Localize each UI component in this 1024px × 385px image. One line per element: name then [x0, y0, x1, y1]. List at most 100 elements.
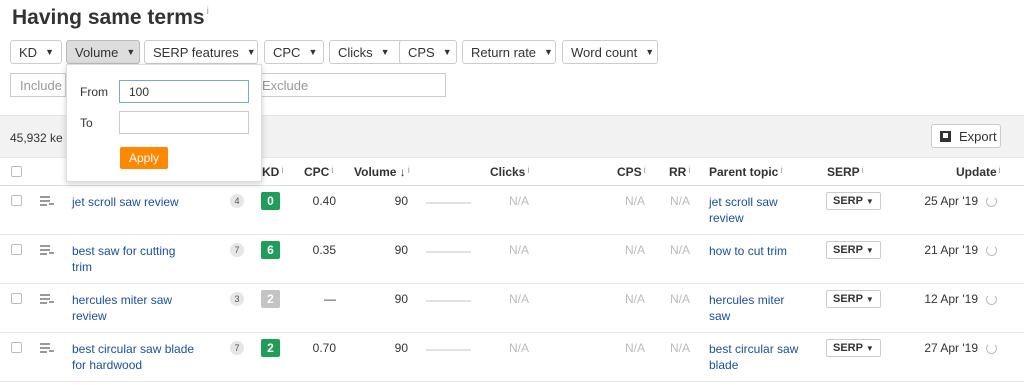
exclude-input[interactable]: Exclude [252, 73, 446, 97]
serp-label: SERP [833, 195, 863, 207]
keyword-link[interactable]: best saw for cutting trim [72, 243, 192, 275]
kd-badge: 0 [261, 192, 280, 210]
caret-down-icon: ▼ [645, 47, 655, 57]
info-icon: i [998, 165, 1001, 175]
row-checkbox[interactable] [11, 195, 22, 206]
row-checkbox[interactable] [11, 244, 22, 255]
volume-filter-popup: From 100 To Apply [66, 64, 262, 182]
caret-down-icon: ▼ [865, 295, 874, 304]
filter-return-rate[interactable]: Return rate ▼ [462, 40, 556, 64]
update-date: 27 Apr '19 [924, 341, 978, 355]
apply-button[interactable]: Apply [120, 147, 168, 169]
col-serp[interactable]: SERP i [827, 165, 864, 179]
cps-value: N/A [625, 194, 646, 208]
caret-down-icon: ▼ [380, 47, 390, 57]
col-kd[interactable]: KD i [262, 165, 283, 179]
filter-label: Volume [75, 44, 119, 60]
caret-down-icon: ▼ [442, 47, 452, 57]
export-label: Export [959, 128, 997, 144]
cps-value: N/A [625, 243, 646, 257]
filter-cps[interactable]: CPS ▼ [399, 40, 457, 64]
caret-down-icon: ▼ [126, 47, 136, 57]
kd-badge: 2 [261, 339, 280, 357]
update-date: 12 Apr '19 [924, 292, 978, 306]
parent-topic-link[interactable]: how to cut trim [709, 243, 809, 259]
filter-label: CPS [408, 44, 435, 60]
info-icon: i [643, 165, 646, 175]
filter-label: Word count [571, 44, 638, 60]
caret-down-icon: ▼ [865, 344, 874, 353]
filter-word-count[interactable]: Word count ▼ [562, 40, 658, 64]
refresh-icon[interactable] [986, 196, 997, 207]
cps-value: N/A [625, 341, 646, 355]
filter-clicks[interactable]: Clicks ▼ [329, 40, 404, 64]
caret-down-icon: ▼ [865, 197, 874, 206]
keyword-link[interactable]: best circular saw blade for hardwood [72, 341, 197, 373]
rr-value: N/A [670, 292, 691, 306]
filter-cpc[interactable]: CPC ▼ [264, 40, 324, 64]
volume-value: 90 [394, 243, 408, 257]
keyword-count-badge: 4 [230, 194, 244, 208]
add-to-list-icon[interactable] [40, 294, 54, 305]
volume-value: 90 [394, 341, 408, 355]
col-clicks[interactable]: Clicks i [490, 165, 529, 179]
rr-value: N/A [670, 194, 691, 208]
keyword-count-badge: 7 [230, 341, 244, 355]
add-to-list-icon[interactable] [40, 343, 54, 354]
keyword-count-badge: 7 [230, 243, 244, 257]
export-icon [940, 130, 951, 142]
filter-volume[interactable]: Volume ▼ [66, 40, 140, 64]
volume-from-input[interactable]: 100 [119, 80, 249, 103]
col-rr[interactable]: RR i [669, 165, 690, 179]
refresh-icon[interactable] [986, 343, 997, 354]
clicks-sparkline [426, 300, 471, 302]
parent-topic-link[interactable]: hercules miter saw [709, 292, 799, 324]
refresh-icon[interactable] [986, 245, 997, 256]
clicks-value: N/A [509, 292, 530, 306]
to-label: To [80, 116, 93, 130]
serp-label: SERP [833, 342, 863, 354]
volume-to-input[interactable] [119, 111, 249, 134]
info-icon: i [331, 165, 334, 175]
keyword-link[interactable]: hercules miter saw review [72, 292, 192, 324]
page-title: Having same terms i [12, 6, 209, 30]
parent-topic-link[interactable]: best circular saw blade [709, 341, 809, 373]
cps-value: N/A [625, 292, 646, 306]
info-icon: i [688, 165, 691, 175]
cpc-value: 0.35 [312, 243, 336, 257]
row-checkbox[interactable] [11, 293, 22, 304]
select-all-checkbox[interactable] [11, 166, 22, 177]
table-row: best circular saw blade for hardwood 7 2… [0, 333, 1024, 382]
clicks-sparkline [426, 202, 471, 204]
clicks-value: N/A [509, 341, 530, 355]
serp-dropdown[interactable]: SERP ▼ [826, 290, 881, 308]
filter-label: CPC [273, 44, 301, 60]
kd-badge: 6 [261, 241, 280, 259]
update-date: 25 Apr '19 [924, 194, 978, 208]
export-button[interactable]: Export [931, 124, 1001, 148]
keyword-link[interactable]: jet scroll saw review [72, 194, 202, 210]
info-icon: i [861, 165, 864, 175]
col-volume[interactable]: Volume ↓ i [354, 165, 410, 179]
table-row: jet scroll saw review 4 0 0.40 90 N/A N/… [0, 186, 1024, 235]
serp-dropdown[interactable]: SERP ▼ [826, 192, 881, 210]
row-checkbox[interactable] [11, 342, 22, 353]
parent-topic-link[interactable]: jet scroll saw review [709, 194, 791, 226]
col-cpc[interactable]: CPC i [304, 165, 333, 179]
cpc-value: — [324, 292, 336, 306]
filter-serp-features[interactable]: SERP features ▼ [144, 40, 258, 64]
include-input[interactable]: Include [10, 73, 66, 97]
add-to-list-icon[interactable] [40, 196, 54, 207]
serp-dropdown[interactable]: SERP ▼ [826, 339, 881, 357]
add-to-list-icon[interactable] [40, 245, 54, 256]
serp-dropdown[interactable]: SERP ▼ [826, 241, 881, 259]
table-row: best saw for cutting trim 7 6 0.35 90 N/… [0, 235, 1024, 284]
refresh-icon[interactable] [986, 294, 997, 305]
filter-kd[interactable]: KD ▼ [10, 40, 62, 64]
clicks-value: N/A [509, 243, 530, 257]
results-count: 45,932 ke [10, 131, 63, 145]
col-parent-topic[interactable]: Parent topic i [709, 165, 782, 179]
col-cps[interactable]: CPS i [617, 165, 646, 179]
col-update[interactable]: Update i [956, 165, 1001, 179]
info-icon[interactable]: i [207, 6, 209, 17]
